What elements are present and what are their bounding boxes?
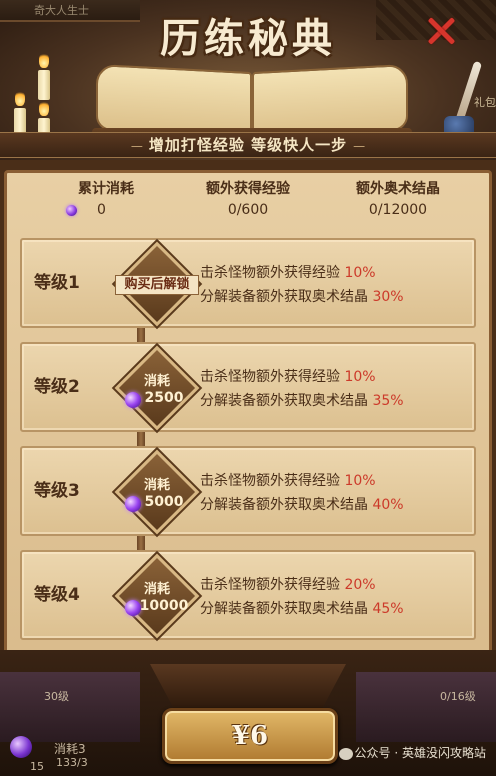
level-name: 等级3 bbox=[34, 481, 80, 501]
stat-extra-crystal: 额外奥术结晶 0/12000 bbox=[318, 178, 478, 218]
bonus-crystal-text: 分解装备额外获取奥术结晶 bbox=[200, 393, 368, 409]
level-row-2: 等级2 消耗 2500 击杀怪物额外获得经验 10% 分解装备额外获取奥术结晶 … bbox=[20, 342, 476, 432]
watermark-text: 公众号 · 英雄没闪攻略站 bbox=[354, 746, 486, 760]
stat-extra-exp: 额外获得经验 0/600 bbox=[168, 178, 328, 218]
bonus-crystal-text: 分解装备额外获取奥术结晶 bbox=[200, 289, 368, 305]
bonus-exp-text: 击杀怪物额外获得经验 bbox=[200, 369, 340, 385]
stat-total-cost-label: 累计消耗 bbox=[78, 181, 134, 197]
bonus-crystal-text: 分解装备额外获取奥术结晶 bbox=[200, 601, 368, 617]
bonus-exp-text: 击杀怪物额外获得经验 bbox=[200, 265, 340, 281]
stat-total-cost-value: 0 bbox=[97, 202, 106, 218]
stat-extra-exp-value: 0/600 bbox=[227, 202, 269, 218]
bonus-exp: 击杀怪物额外获得经验 10% bbox=[200, 262, 376, 282]
level-row-4: 等级4 消耗 10000 击杀怪物额外获得经验 20% 分解装备额外获取奥术结晶… bbox=[20, 550, 476, 640]
page-title: 历练秘典 bbox=[160, 15, 336, 62]
background-left-level: 30级 bbox=[44, 690, 69, 703]
bonus-exp-text: 击杀怪物额外获得经验 bbox=[200, 577, 340, 593]
purchase-button[interactable]: ¥6 bbox=[162, 708, 338, 764]
stat-extra-crystal-label: 额外奥术结晶 bbox=[356, 181, 440, 197]
cost-label: 消耗 bbox=[143, 374, 170, 389]
level-cost-badge: 消耗 2500 bbox=[114, 345, 200, 431]
background-left-num: 15 bbox=[30, 760, 44, 773]
candle-icon bbox=[38, 70, 50, 100]
bonus-exp-percent: 10% bbox=[344, 369, 376, 385]
background-left-card bbox=[0, 672, 140, 742]
subtitle-text: 增加打怪经验 等级快人一步 bbox=[148, 136, 348, 154]
level-row-3: 等级3 消耗 5000 击杀怪物额外获得经验 10% 分解装备额外获取奥术结晶 … bbox=[20, 446, 476, 536]
bonus-crystal-text: 分解装备额外获取奥术结晶 bbox=[200, 497, 368, 513]
button-pedestal bbox=[150, 664, 346, 708]
subtitle-ornament-left: — bbox=[130, 139, 143, 153]
stat-extra-exp-label: 额外获得经验 bbox=[206, 181, 290, 197]
background-right-card bbox=[356, 672, 496, 742]
bonus-crystal-percent: 40% bbox=[372, 497, 404, 513]
background-right-level: 0/16级 bbox=[440, 690, 476, 703]
bonus-crystal: 分解装备额外获取奥术结晶 35% bbox=[200, 390, 404, 410]
cost-label: 消耗 bbox=[143, 582, 170, 597]
level-badge-locked: 购买后解锁 bbox=[114, 241, 200, 327]
background-left-frac: 133/3 bbox=[56, 756, 88, 769]
subtitle-banner: — 增加打怪经验 等级快人一步 — bbox=[0, 132, 496, 158]
stat-extra-crystal-value: 0/12000 bbox=[368, 202, 428, 218]
flame-icon bbox=[15, 90, 25, 106]
book-left-page bbox=[96, 63, 252, 139]
stat-total-cost-value-wrap: 0 bbox=[26, 202, 186, 218]
bonus-exp-percent: 20% bbox=[344, 577, 376, 593]
wechat-icon bbox=[338, 747, 353, 760]
bonus-exp: 击杀怪物额外获得经验 20% bbox=[200, 574, 376, 594]
background-right-text: 礼包 bbox=[474, 96, 496, 109]
book-right-page bbox=[252, 63, 408, 139]
bonus-crystal-percent: 35% bbox=[372, 393, 404, 409]
bonus-exp-percent: 10% bbox=[344, 265, 376, 281]
level-name: 等级2 bbox=[34, 377, 80, 397]
background-left-cost: 消耗3 bbox=[54, 742, 86, 756]
level-row-1: 等级1 购买后解锁 击杀怪物额外获得经验 10% 分解装备额外获取奥术结晶 30… bbox=[20, 238, 476, 328]
level-name: 等级4 bbox=[34, 585, 80, 605]
bonus-crystal: 分解装备额外获取奥术结晶 45% bbox=[200, 598, 404, 618]
level-cost-badge: 消耗 10000 bbox=[114, 553, 200, 639]
bonus-crystal-percent: 30% bbox=[372, 289, 404, 305]
bonus-crystal: 分解装备额外获取奥术结晶 30% bbox=[200, 286, 404, 306]
flame-icon bbox=[39, 100, 49, 116]
bonus-crystal: 分解装备额外获取奥术结晶 40% bbox=[200, 494, 404, 514]
cost-value: 10000 bbox=[139, 598, 189, 614]
stats-summary: 累计消耗 0 额外获得经验 0/600 额外奥术结晶 0/12000 bbox=[0, 178, 496, 228]
cost-label: 消耗 bbox=[143, 478, 170, 493]
watermark: 公众号 · 英雄没闪攻略站 bbox=[338, 744, 486, 761]
level-name: 等级1 bbox=[34, 273, 80, 293]
cost-value: 5000 bbox=[144, 494, 184, 510]
level-cost-badge: 消耗 5000 bbox=[114, 449, 200, 535]
subtitle-ornament-right: — bbox=[353, 139, 366, 153]
bonus-crystal-percent: 45% bbox=[372, 601, 404, 617]
unlock-after-purchase-label: 购买后解锁 bbox=[115, 275, 199, 295]
bonus-exp-text: 击杀怪物额外获得经验 bbox=[200, 473, 340, 489]
crystal-icon bbox=[66, 204, 77, 216]
stat-total-cost: 累计消耗 0 bbox=[26, 178, 186, 218]
bonus-exp: 击杀怪物额外获得经验 10% bbox=[200, 366, 376, 386]
crystal-icon bbox=[10, 736, 32, 758]
cost-value: 2500 bbox=[144, 390, 184, 406]
bonus-exp: 击杀怪物额外获得经验 10% bbox=[200, 470, 376, 490]
bonus-exp-percent: 10% bbox=[344, 473, 376, 489]
